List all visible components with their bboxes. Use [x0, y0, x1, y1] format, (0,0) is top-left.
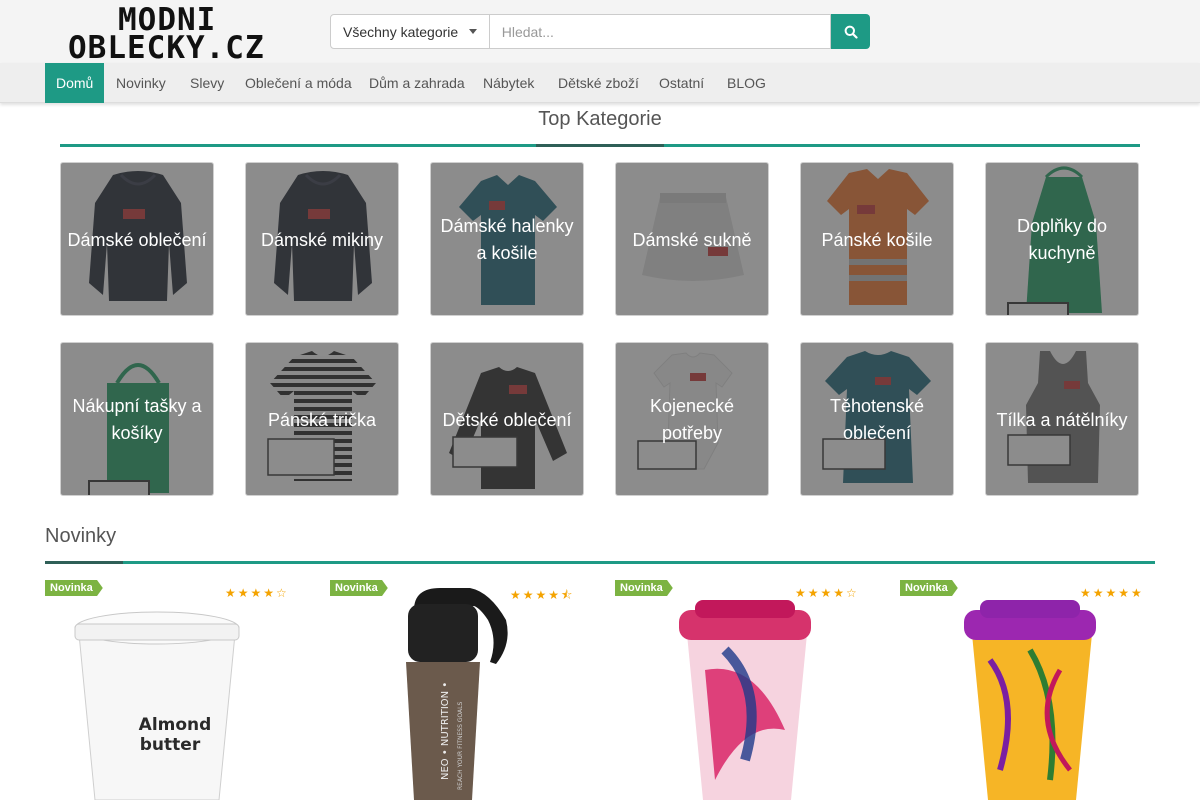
caret-down-icon	[468, 29, 477, 34]
category-tile-tehotenske-obleceni[interactable]: Těhotenské oblečení	[800, 342, 954, 496]
category-select[interactable]: Všechny kategorie	[330, 14, 490, 49]
rating-stars: ★★★★★	[1080, 586, 1144, 600]
bucket-label-line2: butter	[140, 735, 201, 755]
new-badge: Novinka	[45, 580, 103, 596]
category-tile-damske-obleceni[interactable]: Dámské oblečení	[60, 162, 214, 316]
shaker-label-line1: NEO • NUTRITION •	[440, 682, 451, 780]
category-label: Dámské mikiny	[260, 229, 384, 250]
nav-item-detske-zbozi[interactable]: Dětské zboží	[547, 63, 650, 103]
nav-item-novinky[interactable]: Novinky	[105, 63, 177, 103]
logo-line2: OBLECKY.CZ	[68, 30, 265, 66]
category-tile-panska-tricka[interactable]: Pánská trička	[245, 342, 399, 496]
bucket-label-line1: Almond	[139, 715, 212, 735]
category-tile-panske-kosile[interactable]: Pánské košile	[800, 162, 954, 316]
new-badge: Novinka	[900, 580, 958, 596]
category-tile-doplnky-do-kuchyne[interactable]: Doplňky do kuchyně	[985, 162, 1139, 316]
category-label: Doplňky do kuchyně	[1016, 216, 1108, 263]
category-label: Pánská trička	[267, 409, 377, 430]
rating-stars: ★★★★⯪	[510, 588, 575, 602]
category-label: Dámské sukně	[632, 229, 752, 250]
category-label: Dámské oblečení	[67, 229, 207, 250]
category-tile-damske-mikiny[interactable]: Dámské mikiny	[245, 162, 399, 316]
site-logo[interactable]: MODNI OBLECKY.CZ	[66, 2, 292, 66]
product-card[interactable]: NEO • NUTRITION • REACH YOUR FITNESS GOA…	[330, 580, 580, 800]
category-tile-kojenecke-potreby[interactable]: Kojenecké potřeby	[615, 342, 769, 496]
nav-item-nabytek[interactable]: Nábytek	[472, 63, 545, 103]
novinky-divider	[45, 561, 1155, 564]
top-categories-divider-highlight	[536, 144, 664, 147]
top-categories-title: Top Kategorie	[538, 108, 662, 130]
category-label: Tílka a nátělníky	[996, 409, 1128, 430]
new-badge: Novinka	[330, 580, 388, 596]
category-label: Pánské košile	[821, 229, 933, 250]
new-badge: Novinka	[615, 580, 673, 596]
product-card[interactable]: Novinka ★★★★☆	[615, 580, 865, 800]
nav-item-ostatni[interactable]: Ostatní	[648, 63, 715, 103]
rating-stars: ★★★★☆	[795, 586, 859, 600]
category-tile-damske-halenky-a-kosile[interactable]: Dámské halenky a košile	[430, 162, 584, 316]
category-tile-nakupni-tasky-a-kosiky[interactable]: Nákupní tašky a košíky	[60, 342, 214, 496]
search-icon	[844, 25, 858, 39]
main-nav: Domů Novinky Slevy Oblečení a móda Dům a…	[0, 63, 1200, 103]
category-label: Kojenecké potřeby	[649, 396, 735, 443]
nav-item-slevy[interactable]: Slevy	[179, 63, 235, 103]
protein-shaker-image: NEO • NUTRITION • REACH YOUR FITNESS GOA…	[406, 588, 508, 800]
almond-butter-bucket-image: Almond butter	[74, 611, 240, 800]
nav-item-domu[interactable]: Domů	[45, 63, 105, 103]
shaker-label-line2: REACH YOUR FITNESS GOALS	[457, 702, 464, 790]
category-select-value: Všechny kategorie	[343, 23, 459, 40]
pink-floral-travel-mug-image	[679, 600, 811, 800]
category-tile-damske-sukne[interactable]: Dámské sukně	[615, 162, 769, 316]
yellow-leaf-travel-mug-image	[964, 600, 1096, 800]
category-label: Dámské halenky a košile	[440, 216, 574, 263]
nav-item-dum-a-zahrada[interactable]: Dům a zahrada	[358, 63, 476, 103]
search-button[interactable]	[831, 14, 870, 49]
nav-item-blog[interactable]: BLOG	[716, 63, 777, 103]
header: MODNI OBLECKY.CZ Všechny kategorie	[0, 0, 1200, 66]
category-label: Nákupní tašky a košíky	[72, 396, 202, 443]
novinky-divider-highlight	[45, 561, 123, 564]
nav-item-obleceni-a-moda[interactable]: Oblečení a móda	[234, 63, 363, 103]
category-label: Těhotenské oblečení	[829, 396, 925, 443]
search-input[interactable]	[489, 14, 832, 49]
search-bar: Všechny kategorie	[330, 14, 870, 49]
category-tile-tilka-a-natelniky[interactable]: Tílka a nátělníky	[985, 342, 1139, 496]
rating-stars: ★★★★☆	[225, 586, 289, 600]
category-label: Dětské oblečení	[442, 409, 572, 430]
product-card[interactable]: Almond butter Novinka ★★★★☆	[45, 580, 295, 800]
novinky-title: Novinky	[45, 525, 117, 547]
category-tile-detske-obleceni[interactable]: Dětské oblečení	[430, 342, 584, 496]
product-card[interactable]: Novinka ★★★★★	[900, 580, 1150, 800]
